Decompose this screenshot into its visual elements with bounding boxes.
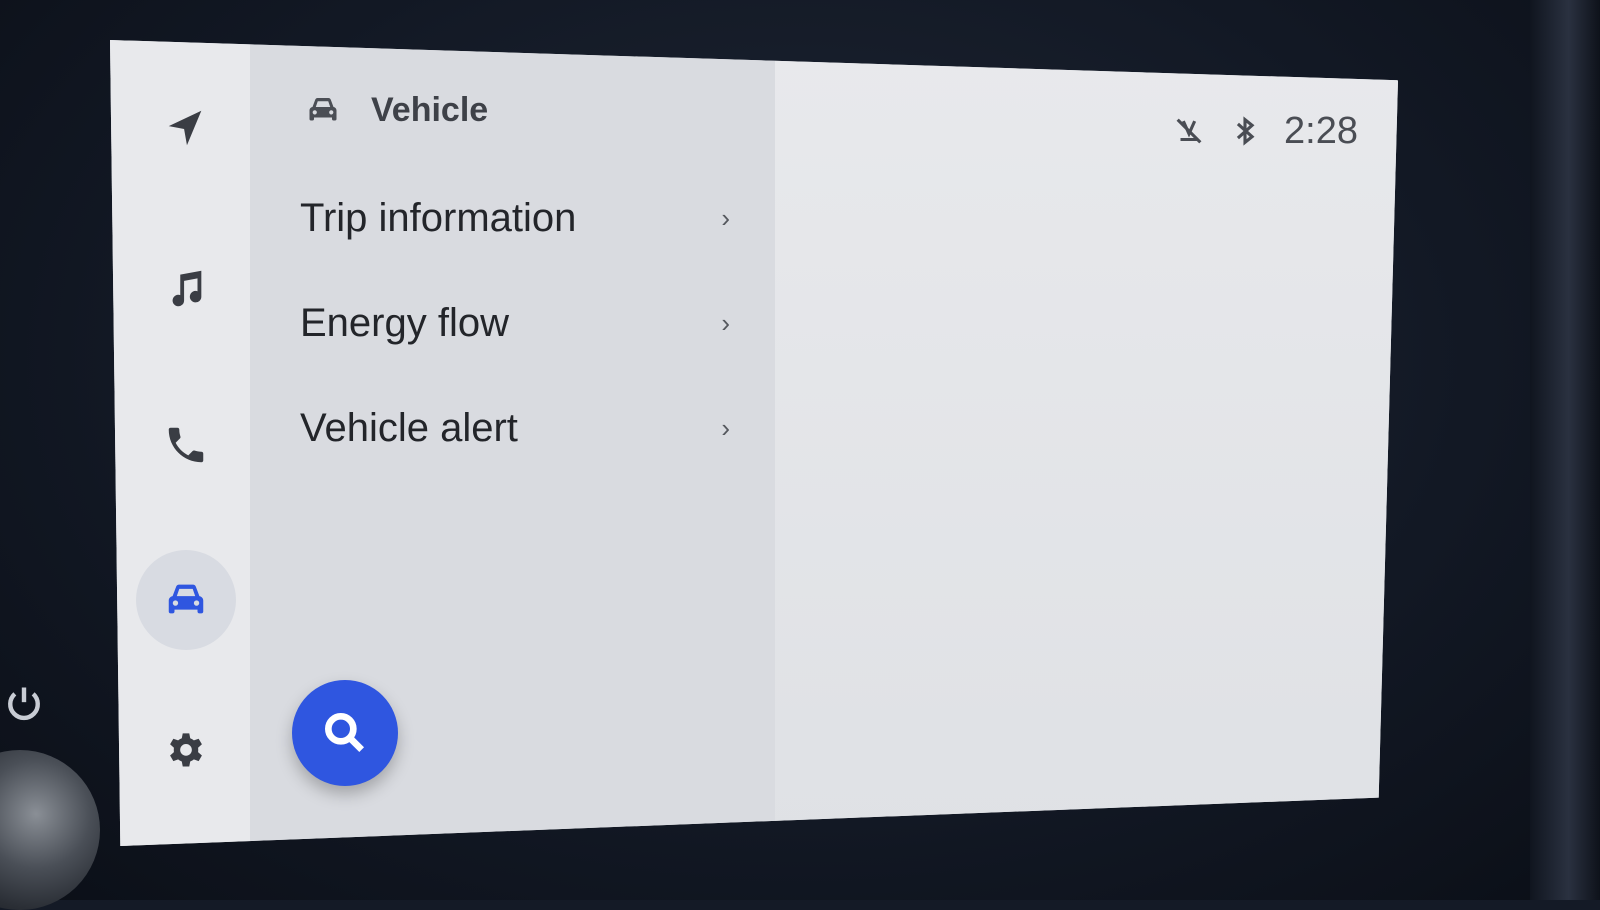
gear-icon [170,733,202,767]
navigation-arrow-icon [168,110,202,146]
search-icon [325,713,365,753]
chevron-right-icon: › [721,202,730,233]
rail-item-music[interactable] [136,238,236,338]
menu-item-label: Energy flow [300,300,509,345]
menu-item-label: Vehicle alert [300,405,518,450]
rail-item-settings[interactable] [136,700,236,800]
power-button[interactable] [0,680,48,728]
clock: 2:28 [1284,109,1358,152]
infotainment-screen: Vehicle Trip information › Energy flow ›… [110,40,1398,846]
menu-item-label: Trip information [300,195,577,240]
menu-item-energy-flow[interactable]: Energy flow › [300,283,740,363]
menu-item-vehicle-alert[interactable]: Vehicle alert › [300,388,740,468]
status-bar: 2:28 [1172,108,1358,154]
voice-off-icon [1176,118,1202,144]
app-rail [110,40,250,846]
detail-panel: 2:28 [775,40,1398,846]
menu-item-trip-information[interactable]: Trip information › [300,178,740,258]
search-button[interactable] [292,680,398,786]
vehicle-menu-panel: Vehicle Trip information › Energy flow ›… [250,40,775,846]
chevron-right-icon: › [721,412,730,443]
bezel-edge [1530,0,1600,900]
panel-header: Vehicle [305,85,488,135]
chevron-right-icon: › [721,307,730,338]
rail-item-navigation[interactable] [136,78,236,178]
music-note-icon [172,270,202,307]
phone-icon [168,427,204,463]
car-icon [168,584,204,614]
bluetooth-icon [1236,116,1255,146]
rail-item-vehicle[interactable] [136,550,236,650]
page-title: Vehicle [371,90,489,129]
power-icon [8,687,40,721]
car-icon [309,98,337,121]
rail-item-phone[interactable] [136,395,236,495]
